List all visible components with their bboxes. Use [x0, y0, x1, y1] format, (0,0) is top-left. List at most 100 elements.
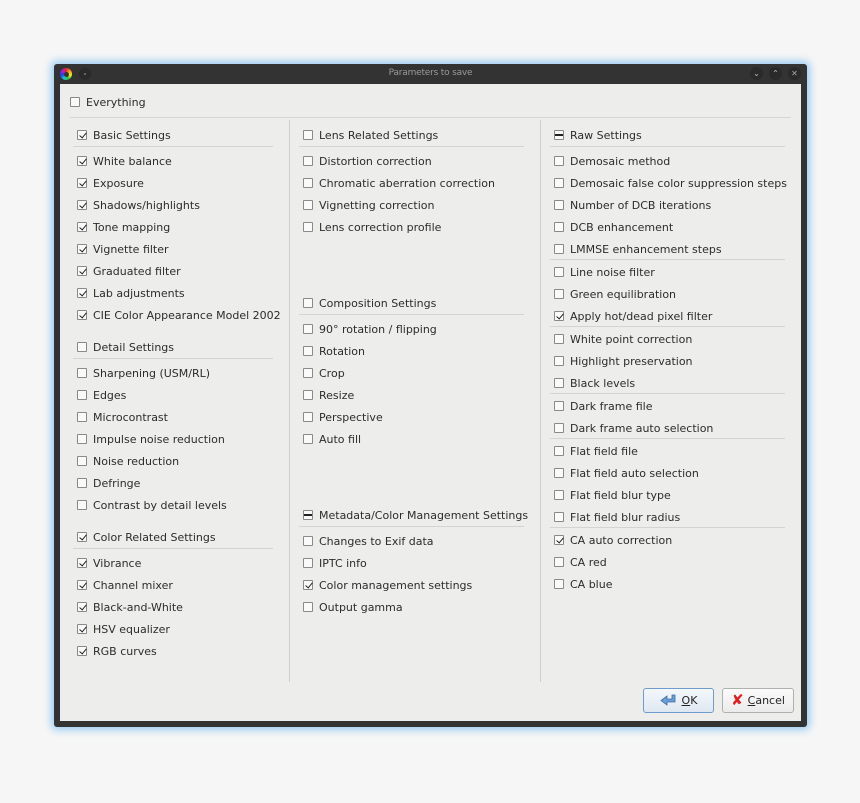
checkbox-checked-icon[interactable] [77, 580, 87, 590]
group-header-detail-settings[interactable]: Detail Settings [77, 339, 174, 355]
option-vignette-filter[interactable]: Vignette filter [77, 241, 169, 257]
checkbox-icon[interactable] [554, 378, 564, 388]
option-auto-fill[interactable]: Auto fill [303, 431, 361, 447]
option-lmmse-enhancement-steps[interactable]: LMMSE enhancement steps [554, 241, 722, 257]
everything-checkbox[interactable]: Everything [70, 94, 146, 110]
checkbox-icon[interactable] [554, 401, 564, 411]
checkbox-icon[interactable] [554, 356, 564, 366]
checkbox-checked-icon[interactable] [77, 558, 87, 568]
checkbox-icon[interactable] [554, 267, 564, 277]
cancel-button[interactable]: ✘ Cancel [722, 688, 794, 713]
option-distortion-correction[interactable]: Distortion correction [303, 153, 432, 169]
option-crop[interactable]: Crop [303, 365, 345, 381]
checkbox-icon[interactable] [554, 178, 564, 188]
option-flat-field-file[interactable]: Flat field file [554, 443, 638, 459]
checkbox-icon[interactable] [303, 200, 313, 210]
checkbox-icon[interactable] [554, 490, 564, 500]
option-contrast-by-detail-levels[interactable]: Contrast by detail levels [77, 497, 227, 513]
checkbox-icon[interactable] [554, 468, 564, 478]
checkbox-checked-icon[interactable] [77, 310, 87, 320]
option-highlight-preservation[interactable]: Highlight preservation [554, 353, 693, 369]
checkbox-checked-icon[interactable] [77, 532, 87, 542]
option-iptc-info[interactable]: IPTC info [303, 555, 367, 571]
checkbox-icon[interactable] [554, 244, 564, 254]
checkbox-checked-icon[interactable] [77, 200, 87, 210]
checkbox-icon[interactable] [303, 222, 313, 232]
close-button[interactable]: ✕ [788, 67, 801, 80]
checkbox-icon[interactable] [77, 434, 87, 444]
option-apply-hot-dead-pixel-filter[interactable]: Apply hot/dead pixel filter [554, 308, 712, 324]
group-header-color-related-settings[interactable]: Color Related Settings [77, 529, 216, 545]
option-dark-frame-file[interactable]: Dark frame file [554, 398, 652, 414]
maximize-button[interactable]: ⌃ [769, 67, 782, 80]
checkbox-icon[interactable] [77, 478, 87, 488]
option-demosaic-method[interactable]: Demosaic method [554, 153, 670, 169]
option-color-management-settings[interactable]: Color management settings [303, 577, 472, 593]
minimize-button[interactable]: ⌄ [750, 67, 763, 80]
option-flat-field-auto-selection[interactable]: Flat field auto selection [554, 465, 699, 481]
checkbox-icon[interactable] [554, 156, 564, 166]
checkbox-icon[interactable] [554, 579, 564, 589]
checkbox-icon[interactable] [77, 456, 87, 466]
checkbox-checked-icon[interactable] [77, 156, 87, 166]
option-line-noise-filter[interactable]: Line noise filter [554, 264, 655, 280]
checkbox-icon[interactable] [77, 412, 87, 422]
checkbox-partial-icon[interactable] [303, 510, 313, 520]
option-rgb-curves[interactable]: RGB curves [77, 643, 157, 659]
option-green-equilibration[interactable]: Green equilibration [554, 286, 676, 302]
checkbox-icon[interactable] [303, 324, 313, 334]
checkbox-icon[interactable] [303, 178, 313, 188]
option-chromatic-aberration-correction[interactable]: Chromatic aberration correction [303, 175, 495, 191]
option-perspective[interactable]: Perspective [303, 409, 383, 425]
option-changes-to-exif-data[interactable]: Changes to Exif data [303, 533, 434, 549]
checkbox-checked-icon[interactable] [303, 580, 313, 590]
checkbox-checked-icon[interactable] [77, 602, 87, 612]
checkbox-checked-icon[interactable] [77, 288, 87, 298]
option-dark-frame-auto-selection[interactable]: Dark frame auto selection [554, 420, 713, 436]
option-output-gamma[interactable]: Output gamma [303, 599, 403, 615]
checkbox-icon[interactable] [554, 512, 564, 522]
checkbox-icon[interactable] [554, 289, 564, 299]
option-channel-mixer[interactable]: Channel mixer [77, 577, 173, 593]
option-exposure[interactable]: Exposure [77, 175, 144, 191]
checkbox-checked-icon[interactable] [77, 244, 87, 254]
option-edges[interactable]: Edges [77, 387, 126, 403]
checkbox-icon[interactable] [554, 446, 564, 456]
option-rotation[interactable]: Rotation [303, 343, 365, 359]
option-ca-auto-correction[interactable]: CA auto correction [554, 532, 672, 548]
option-ca-blue[interactable]: CA blue [554, 576, 612, 592]
checkbox-icon[interactable] [303, 434, 313, 444]
group-header-metadata-color-management-settings[interactable]: Metadata/Color Management Settings [303, 507, 528, 523]
group-header-lens-related-settings[interactable]: Lens Related Settings [303, 127, 438, 143]
option-impulse-noise-reduction[interactable]: Impulse noise reduction [77, 431, 225, 447]
checkbox-icon[interactable] [303, 298, 313, 308]
group-header-raw-settings[interactable]: Raw Settings [554, 127, 642, 143]
option-cie-color-appearance-model-2002[interactable]: CIE Color Appearance Model 2002 [77, 307, 281, 323]
option-demosaic-false-color-suppression-steps[interactable]: Demosaic false color suppression steps [554, 175, 787, 191]
checkbox-checked-icon[interactable] [77, 266, 87, 276]
group-header-basic-settings[interactable]: Basic Settings [77, 127, 171, 143]
checkbox-icon[interactable] [77, 390, 87, 400]
checkbox-checked-icon[interactable] [77, 624, 87, 634]
checkbox-icon[interactable] [554, 222, 564, 232]
checkbox-icon[interactable] [303, 390, 313, 400]
checkbox-icon[interactable] [77, 368, 87, 378]
checkbox-icon[interactable] [554, 200, 564, 210]
option-black-levels[interactable]: Black levels [554, 375, 635, 391]
option-dcb-enhancement[interactable]: DCB enhancement [554, 219, 673, 235]
checkbox-icon[interactable] [554, 423, 564, 433]
option-hsv-equalizer[interactable]: HSV equalizer [77, 621, 170, 637]
option-shadows-highlights[interactable]: Shadows/highlights [77, 197, 200, 213]
checkbox-icon[interactable] [303, 412, 313, 422]
option-vignetting-correction[interactable]: Vignetting correction [303, 197, 434, 213]
checkbox-checked-icon[interactable] [77, 178, 87, 188]
option-90-rotation-flipping[interactable]: 90° rotation / flipping [303, 321, 437, 337]
option-tone-mapping[interactable]: Tone mapping [77, 219, 170, 235]
option-ca-red[interactable]: CA red [554, 554, 607, 570]
checkbox-icon[interactable] [77, 500, 87, 510]
option-graduated-filter[interactable]: Graduated filter [77, 263, 181, 279]
checkbox-checked-icon[interactable] [554, 311, 564, 321]
option-microcontrast[interactable]: Microcontrast [77, 409, 168, 425]
option-white-balance[interactable]: White balance [77, 153, 172, 169]
checkbox-icon[interactable] [303, 130, 313, 140]
